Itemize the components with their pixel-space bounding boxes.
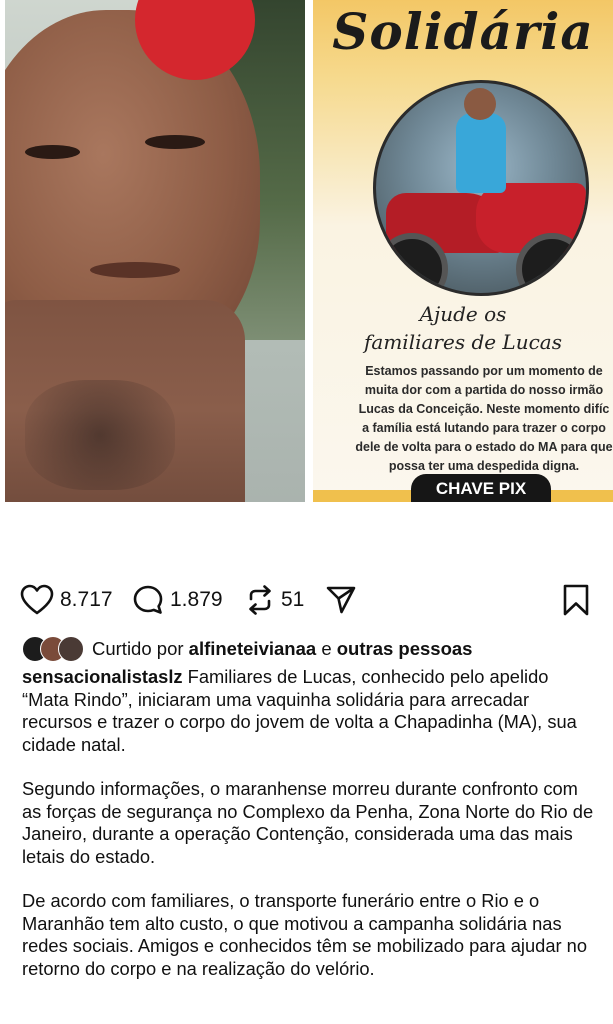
- liked-by-connector: e: [321, 638, 332, 659]
- post-image[interactable]: Solidária Ajude os familiares de Lucas E…: [0, 0, 613, 505]
- like-count: 8.717: [60, 588, 113, 611]
- neck-tattoo: [25, 380, 175, 490]
- repost-count: 51: [281, 588, 305, 611]
- portrait-photo: [5, 0, 305, 502]
- heart-icon[interactable]: [20, 584, 54, 616]
- caption-paragraph: sensacionalistaslz Familiares de Lucas, …: [22, 666, 597, 756]
- poster-help-text: Ajude os familiares de Lucas: [364, 302, 562, 354]
- liked-by-row[interactable]: Curtido por alfineteivianaa e outras pes…: [22, 636, 472, 662]
- caption-paragraph: Segundo informações, o maranhense morreu…: [22, 778, 594, 867]
- person: [456, 113, 506, 193]
- person-head: [464, 88, 496, 120]
- caption-username[interactable]: sensacionalistaslz: [22, 666, 183, 687]
- mouth: [90, 262, 180, 278]
- left-eye: [25, 145, 80, 159]
- comment-bubble-icon[interactable]: [132, 584, 164, 616]
- caption-paragraph: De acordo com familiares, o transporte f…: [22, 890, 587, 979]
- fundraiser-poster: Solidária Ajude os familiares de Lucas E…: [313, 0, 613, 502]
- share-action[interactable]: [325, 580, 357, 620]
- liked-by-avatars: [22, 636, 86, 662]
- comment-action[interactable]: 1.879: [132, 580, 223, 620]
- poster-photo: [373, 80, 589, 296]
- poster-title: Solidária: [332, 2, 594, 61]
- avatar: [58, 636, 84, 662]
- repost-action[interactable]: 51: [245, 580, 304, 620]
- pix-key-label: CHAVE PIX: [411, 474, 551, 502]
- liked-by-prefix: Curtido por: [92, 638, 184, 659]
- right-eye: [145, 135, 205, 149]
- post-caption: sensacionalistaslz Familiares de Lucas, …: [22, 666, 597, 1002]
- save-action[interactable]: [562, 580, 590, 620]
- post-actions: 8.717 1.879 51: [0, 580, 613, 620]
- wheel: [376, 233, 448, 293]
- liked-by-user[interactable]: alfineteivianaa: [189, 638, 317, 660]
- like-action[interactable]: 8.717: [20, 580, 113, 620]
- comment-count: 1.879: [170, 588, 223, 611]
- poster-description: Estamos passando por um momento de muita…: [355, 364, 613, 473]
- liked-by-others[interactable]: outras pessoas: [337, 638, 473, 660]
- send-icon[interactable]: [325, 584, 357, 616]
- wheel: [516, 233, 586, 293]
- bookmark-icon[interactable]: [562, 583, 590, 617]
- repost-icon[interactable]: [245, 584, 275, 616]
